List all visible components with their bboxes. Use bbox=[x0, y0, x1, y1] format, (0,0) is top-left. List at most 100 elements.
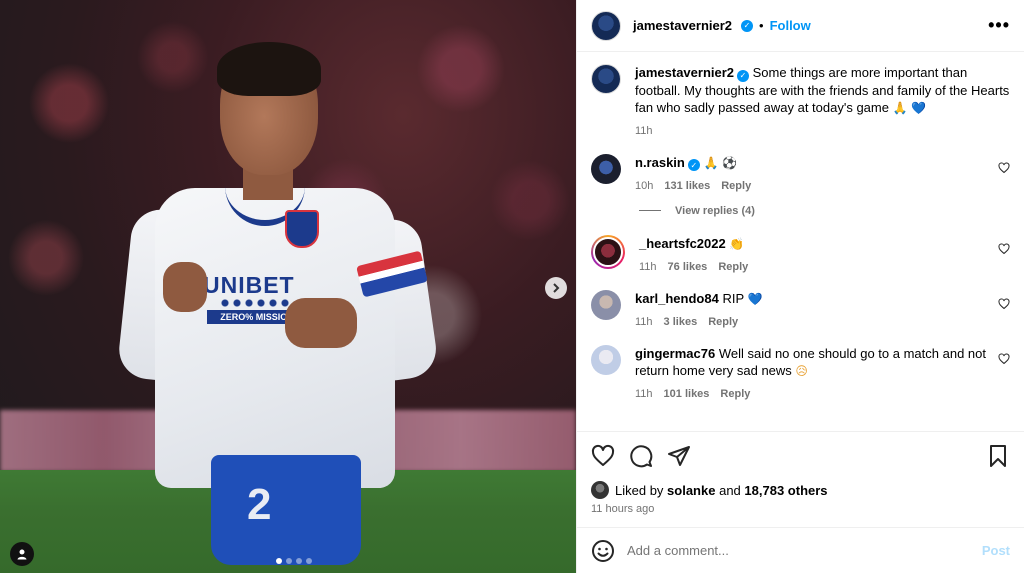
clapping-hands-emoji-icon: 👏 bbox=[729, 236, 745, 251]
post-header: jamestavernier2 ✓ • Follow ••• bbox=[577, 0, 1024, 52]
carousel-dot bbox=[306, 558, 312, 564]
player-left-hand bbox=[163, 262, 207, 312]
praying-hands-emoji-icon: 🙏 bbox=[892, 100, 908, 115]
header-separator: • bbox=[759, 18, 764, 33]
add-comment-bar: Post bbox=[577, 527, 1024, 573]
verified-badge-icon: ✓ bbox=[687, 159, 700, 171]
comment-username[interactable]: karl_hendo84 bbox=[635, 291, 719, 306]
instagram-post-view: UNIBET ZERO% MISSION 2 jamestavernier2 ✓… bbox=[0, 0, 1024, 573]
likes-summary: Liked by solanke and 18,783 others bbox=[577, 479, 1024, 501]
share-paper-plane-icon[interactable] bbox=[667, 444, 691, 468]
story-ring[interactable] bbox=[591, 234, 625, 269]
comment-row: karl_hendo84 RIP 💙 11h 3 likes Reply bbox=[591, 289, 1010, 331]
sad-face-emoji-icon: 😥 bbox=[795, 363, 808, 378]
comment-bubble-icon[interactable] bbox=[629, 444, 653, 468]
comment-likes[interactable]: 76 likes bbox=[668, 259, 708, 276]
emoji-smiley-icon[interactable] bbox=[591, 539, 615, 563]
reply-button[interactable]: Reply bbox=[718, 259, 748, 276]
caption-username[interactable]: jamestavernier2 bbox=[635, 65, 734, 80]
save-bookmark-icon[interactable] bbox=[986, 444, 1010, 468]
carousel-dot bbox=[286, 558, 292, 564]
carousel-indicator bbox=[276, 558, 312, 564]
view-replies-button[interactable]: View replies (4) bbox=[639, 205, 1010, 217]
user-icon bbox=[17, 549, 27, 560]
like-heart-icon[interactable] bbox=[591, 444, 615, 468]
blue-heart-emoji-icon: 💙 bbox=[747, 291, 763, 306]
comment-avatar[interactable] bbox=[591, 153, 621, 184]
post-comment-button[interactable]: Post bbox=[982, 543, 1010, 558]
comment-time[interactable]: 11h bbox=[635, 314, 653, 331]
like-comment-heart-icon[interactable] bbox=[998, 161, 1010, 174]
chevron-right-icon bbox=[553, 283, 560, 293]
caption-body: jamestavernier2 ✓ Some things are more im… bbox=[635, 64, 1010, 140]
like-comment-heart-icon[interactable] bbox=[998, 352, 1010, 365]
carousel-dot bbox=[296, 558, 302, 564]
post-actions-bar bbox=[577, 431, 1024, 479]
sponsor-dots bbox=[219, 298, 289, 308]
author-info: jamestavernier2 ✓ • Follow bbox=[633, 18, 988, 33]
reply-button[interactable]: Reply bbox=[708, 314, 738, 331]
comment-username[interactable]: gingermac76 bbox=[635, 346, 715, 361]
tagged-users-button[interactable] bbox=[10, 542, 34, 566]
follow-button[interactable]: Follow bbox=[770, 18, 811, 33]
next-image-button[interactable] bbox=[545, 277, 567, 299]
caption-time[interactable]: 11h bbox=[635, 123, 653, 140]
comments-list: jamestavernier2 ✓ Some things are more im… bbox=[577, 52, 1024, 431]
shorts-number: 2 bbox=[247, 480, 272, 529]
comment-likes[interactable]: 101 likes bbox=[664, 386, 710, 403]
comment-meta: 11h 3 likes Reply bbox=[635, 314, 990, 331]
comment-meta: 10h 131 likes Reply bbox=[635, 178, 990, 195]
post-time-ago[interactable]: 11 hours ago bbox=[577, 501, 1024, 523]
caption-row: jamestavernier2 ✓ Some things are more im… bbox=[591, 64, 1010, 140]
view-replies-label: View replies (4) bbox=[675, 204, 755, 217]
comment-likes[interactable]: 131 likes bbox=[664, 178, 710, 195]
post-side-panel: jamestavernier2 ✓ • Follow ••• jamestave… bbox=[576, 0, 1024, 573]
praying-hands-emoji-icon: 🙏 bbox=[703, 155, 719, 170]
shirt-sponsor: UNIBET bbox=[203, 272, 295, 298]
reply-button[interactable]: Reply bbox=[721, 178, 751, 195]
comment-username[interactable]: _heartsfc2022 bbox=[639, 236, 726, 251]
likes-and: and bbox=[719, 482, 741, 498]
more-options-icon[interactable]: ••• bbox=[988, 15, 1010, 36]
liker-avatar[interactable] bbox=[591, 481, 609, 499]
comment-avatar[interactable] bbox=[591, 344, 621, 375]
author-avatar[interactable] bbox=[591, 10, 621, 41]
verified-badge-icon: ✓ bbox=[741, 19, 754, 32]
comment-avatar[interactable] bbox=[591, 289, 621, 320]
likes-prefix: Liked by bbox=[615, 482, 664, 498]
comment-body: karl_hendo84 RIP 💙 11h 3 likes Reply bbox=[635, 290, 990, 331]
verified-badge-icon: ✓ bbox=[737, 69, 750, 82]
comment-body: _heartsfc2022 👏 11h 76 likes Reply bbox=[639, 235, 990, 276]
comment-meta: 11h 101 likes Reply bbox=[635, 386, 990, 403]
comment-time[interactable]: 10h bbox=[635, 178, 653, 195]
likes-others-count[interactable]: 18,783 others bbox=[744, 483, 827, 498]
comment-likes[interactable]: 3 likes bbox=[664, 314, 698, 331]
comment-time[interactable]: 11h bbox=[639, 259, 657, 276]
replies-line bbox=[639, 210, 661, 211]
player-hair bbox=[217, 42, 321, 96]
blue-heart-emoji-icon: 💙 bbox=[911, 100, 927, 115]
comment-time[interactable]: 11h bbox=[635, 386, 653, 403]
comment-row: n.raskin ✓ 🙏 ⚽ 10h 131 likes Reply bbox=[591, 153, 1010, 195]
comment-row: gingermac76 Well said no one should go t… bbox=[591, 344, 1010, 403]
add-comment-input[interactable] bbox=[627, 543, 970, 558]
comment-avatar bbox=[593, 236, 623, 267]
caption-avatar[interactable] bbox=[591, 64, 621, 94]
liker-username[interactable]: solanke bbox=[667, 483, 715, 498]
caption-meta: 11h bbox=[635, 123, 1010, 140]
comment-meta: 11h 76 likes Reply bbox=[639, 259, 990, 276]
comment-body: gingermac76 Well said no one should go t… bbox=[635, 345, 990, 403]
like-comment-heart-icon[interactable] bbox=[998, 242, 1010, 255]
author-username[interactable]: jamestavernier2 bbox=[633, 18, 732, 33]
comment-row: _heartsfc2022 👏 11h 76 likes Reply bbox=[591, 234, 1010, 276]
comment-body: n.raskin ✓ 🙏 ⚽ 10h 131 likes Reply bbox=[635, 154, 990, 195]
football-player: UNIBET ZERO% MISSION 2 bbox=[116, 40, 440, 573]
comment-text: RIP bbox=[722, 290, 744, 306]
post-photo[interactable]: UNIBET ZERO% MISSION 2 bbox=[0, 0, 576, 573]
player-shorts bbox=[211, 455, 361, 565]
reply-button[interactable]: Reply bbox=[720, 386, 750, 403]
like-comment-heart-icon[interactable] bbox=[998, 297, 1010, 310]
comment-username[interactable]: n.raskin bbox=[635, 155, 685, 170]
football-emoji-icon: ⚽ bbox=[722, 155, 738, 170]
player-right-hand bbox=[285, 298, 357, 348]
